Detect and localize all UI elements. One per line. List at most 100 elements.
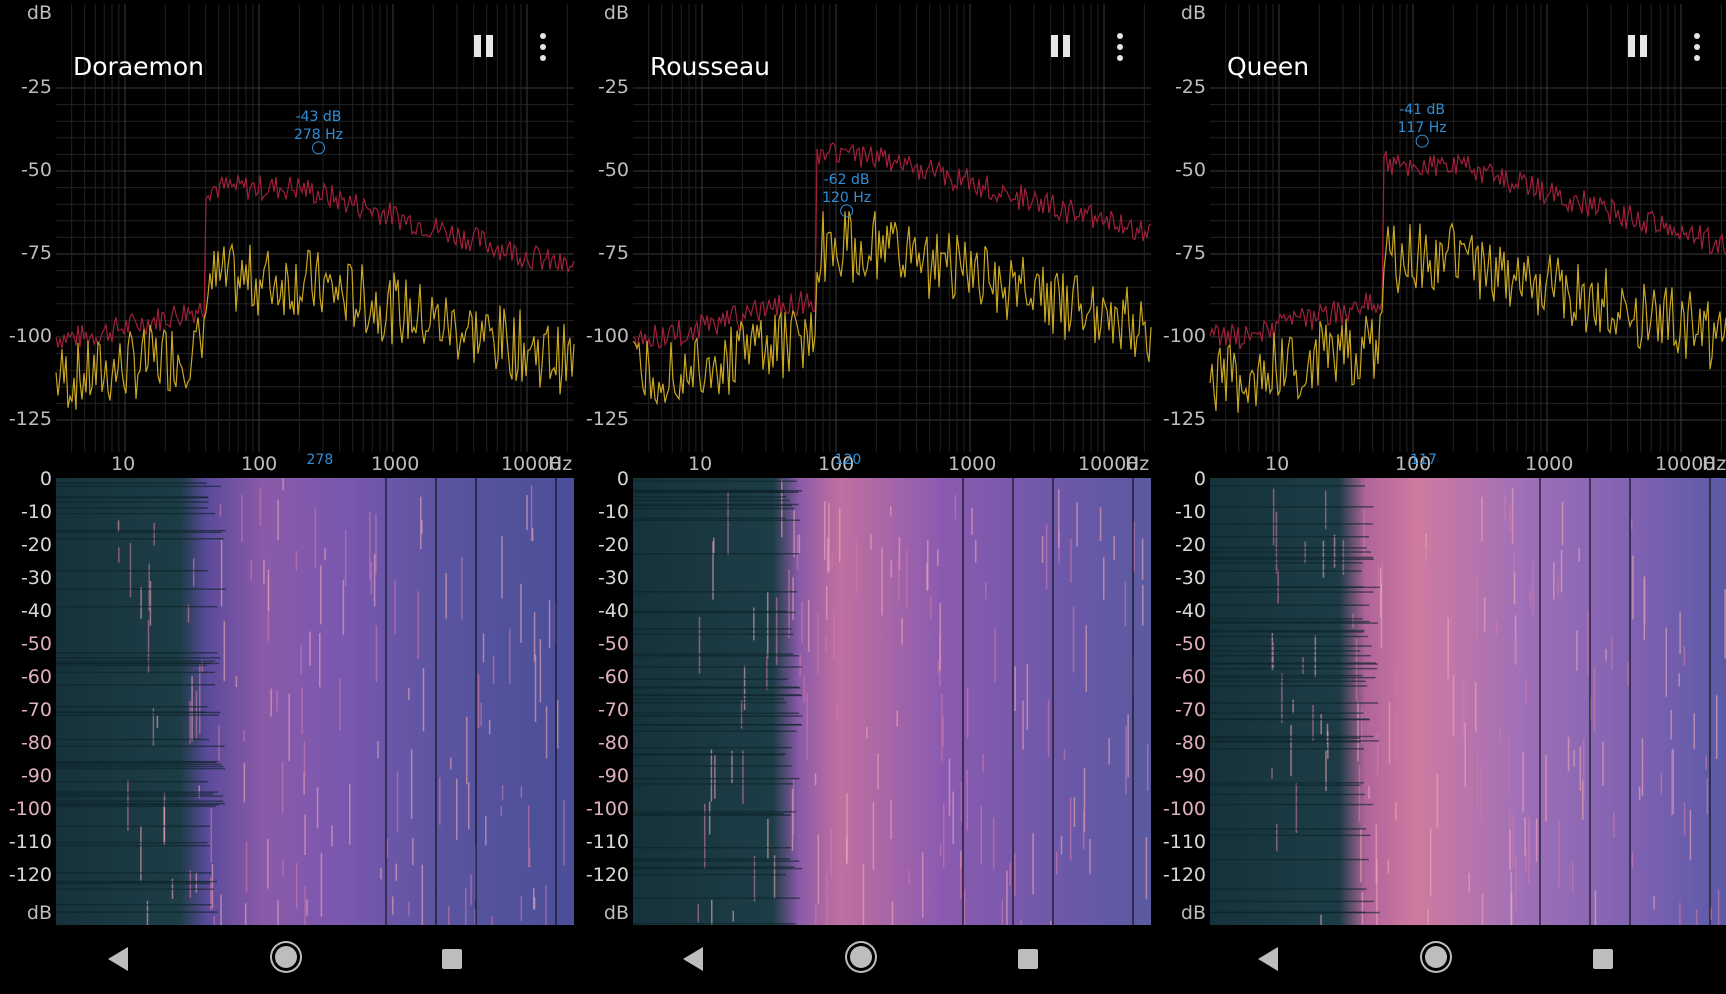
spectrogram-streak xyxy=(881,547,883,616)
spectrogram-streak xyxy=(633,489,784,492)
pause-button[interactable] xyxy=(1620,30,1654,64)
spectrogram-streak xyxy=(304,814,306,855)
spectrogram-streak xyxy=(1498,727,1501,742)
db-tick-label: -25 xyxy=(20,76,52,98)
spectrogram-streak xyxy=(633,507,795,510)
spectrogram-streak xyxy=(218,725,220,764)
spectrogram-tick-label: -70 xyxy=(1174,699,1206,721)
spectrogram-streak xyxy=(633,712,800,714)
pause-button[interactable] xyxy=(466,30,500,64)
spectrogram-streak xyxy=(942,803,945,868)
db-axis-unit: dB xyxy=(1180,2,1206,24)
spectrogram-streak xyxy=(1452,675,1455,737)
spectrogram-streak xyxy=(1022,700,1024,750)
more-options-button[interactable] xyxy=(1680,30,1714,64)
panel-title: Doraemon xyxy=(73,52,205,81)
spectrogram-streak xyxy=(1483,597,1486,632)
spectrogram-streak xyxy=(633,783,794,785)
home-icon[interactable] xyxy=(850,946,872,968)
spectrogram-streak xyxy=(1210,685,1368,687)
spectrogram-streak xyxy=(1632,555,1634,620)
spectrogram-streak xyxy=(941,693,943,762)
more-options-button[interactable] xyxy=(1103,30,1137,64)
back-icon[interactable] xyxy=(683,947,703,971)
panel-title: Rousseau xyxy=(650,52,770,81)
spectrogram-streak xyxy=(277,499,279,541)
spectrogram-streak xyxy=(633,628,792,630)
recents-icon[interactable] xyxy=(442,949,462,969)
spectrogram-streak xyxy=(56,512,216,515)
spectrogram-streak xyxy=(1376,731,1379,775)
spectrogram-streak xyxy=(1576,630,1578,671)
spectrogram-streak xyxy=(1001,899,1004,925)
back-icon[interactable] xyxy=(1258,947,1278,971)
peak-db-label: -62 dB xyxy=(823,171,870,188)
spectrogram-streak xyxy=(276,690,278,712)
spectrogram-unit: dB xyxy=(603,902,629,924)
spectrogram-streak xyxy=(1276,823,1278,852)
spectrogram-streak xyxy=(56,844,210,847)
spectrogram-streak xyxy=(420,496,422,550)
spectrogram-streak xyxy=(56,529,226,532)
spectrogram-streak xyxy=(1558,819,1560,887)
spectrogram-streak xyxy=(1127,714,1129,778)
spectrogram-streak xyxy=(633,724,802,726)
spectrogram-streak xyxy=(1429,828,1432,896)
home-icon[interactable] xyxy=(1425,946,1447,968)
spectrogram-streak xyxy=(1476,753,1479,808)
spectrogram-streak xyxy=(966,687,969,739)
spectrogram-streak xyxy=(798,534,801,554)
spectrogram-streak xyxy=(1512,509,1514,545)
spectrogram-streak xyxy=(1102,557,1105,600)
spectrogram-streak xyxy=(219,503,222,517)
spectrogram-streak xyxy=(56,911,218,913)
spectrogram-streak xyxy=(633,753,786,755)
spectrogram-tick-label: -30 xyxy=(597,567,629,589)
spectrogram-streak xyxy=(1706,778,1708,815)
spectrogram-streak xyxy=(417,591,419,659)
db-tick-label: -75 xyxy=(597,242,629,264)
peak-hold-curve xyxy=(55,174,575,349)
spectrogram-streak xyxy=(1072,606,1075,673)
spectrogram-streak xyxy=(952,791,954,844)
spectrogram-streak xyxy=(528,847,531,868)
spectrogram-streak xyxy=(1376,858,1378,925)
recents-icon[interactable] xyxy=(1593,949,1613,969)
spectrogram-streak xyxy=(1357,701,1359,762)
spectrogram-streak xyxy=(633,519,800,522)
spectrogram-streak xyxy=(633,715,803,717)
spectrogram-streak xyxy=(963,889,966,925)
back-icon[interactable] xyxy=(108,947,128,971)
spectrogram-streak xyxy=(633,730,797,732)
spectrogram-tick-label: 0 xyxy=(39,468,52,490)
db-tick-label: -125 xyxy=(1162,408,1206,430)
recents-icon[interactable] xyxy=(1018,949,1038,969)
spectrogram-streak xyxy=(1509,829,1511,871)
spectrogram-streak xyxy=(1561,501,1564,546)
spectrogram-streak xyxy=(1670,710,1673,740)
spectrogram-streak xyxy=(548,600,551,649)
spectrogram-streak xyxy=(1210,803,1373,806)
spectrogram-streak xyxy=(56,605,218,608)
spectrogram-streak xyxy=(56,880,218,883)
spectrogram-streak xyxy=(1508,734,1510,794)
spectrogram-streak xyxy=(980,806,983,865)
spectrogram-streak xyxy=(939,603,941,671)
spectrogram-streak xyxy=(921,852,924,918)
spectrogram-streak xyxy=(380,867,382,880)
spectrum-chart[interactable] xyxy=(1154,0,1726,925)
spectrogram-streak xyxy=(1679,902,1681,925)
spectrogram-streak xyxy=(1045,524,1048,590)
spectrogram-streak xyxy=(1210,629,1365,632)
spectrogram-streak xyxy=(545,706,548,759)
spectrogram-streak xyxy=(56,588,226,590)
more-options-button[interactable] xyxy=(526,30,560,64)
home-icon[interactable] xyxy=(275,946,297,968)
spectrogram-streak xyxy=(1513,572,1516,605)
spectrogram-streak xyxy=(633,633,793,636)
spectrogram-streak xyxy=(827,537,829,574)
spectrogram-tick-label: -100 xyxy=(585,798,629,820)
pause-button[interactable] xyxy=(1043,30,1077,64)
spectrogram-streak xyxy=(480,702,482,727)
spectrum-chart[interactable] xyxy=(577,0,1152,925)
